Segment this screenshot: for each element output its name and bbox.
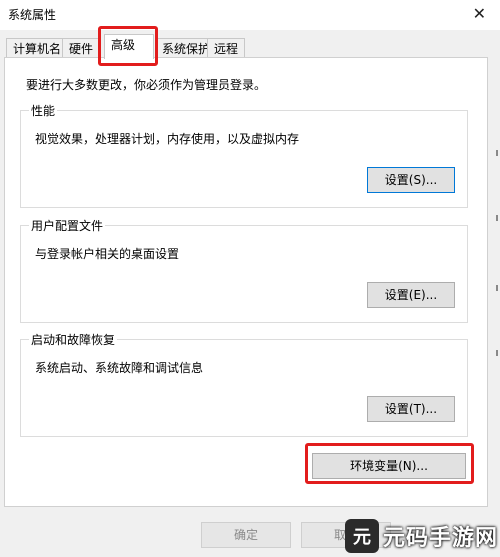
- user-profiles-group: 用户配置文件 与登录帐户相关的桌面设置 设置(E)...: [20, 217, 468, 323]
- close-icon[interactable]: ✕: [473, 4, 486, 23]
- startup-recovery-settings-button[interactable]: 设置(T)...: [367, 396, 455, 422]
- performance-group: 性能 视觉效果，处理器计划，内存使用，以及虚拟内存 设置(S)...: [20, 102, 468, 208]
- user-profiles-group-title: 用户配置文件: [29, 217, 106, 234]
- user-profiles-desc: 与登录帐户相关的桌面设置: [35, 247, 180, 261]
- tab-hardware[interactable]: 硬件: [62, 38, 101, 58]
- performance-group-title: 性能: [29, 102, 58, 119]
- user-profiles-settings-button[interactable]: 设置(E)...: [367, 282, 455, 308]
- tab-highlight-annotation: [98, 26, 158, 66]
- edge-mark: [496, 215, 498, 221]
- startup-recovery-group-title: 启动和故障恢复: [29, 331, 118, 348]
- system-properties-window: 系统属性 ✕ 计算机名 硬件 高级 系统保护 远程 要进行大多数更改，你必须作为…: [0, 0, 500, 557]
- environment-variables-button[interactable]: 环境变量(N)...: [312, 453, 466, 479]
- admin-notice: 要进行大多数更改，你必须作为管理员登录。: [26, 78, 267, 92]
- edge-mark: [496, 285, 498, 291]
- edge-mark: [496, 350, 498, 356]
- performance-desc: 视觉效果，处理器计划，内存使用，以及虚拟内存: [35, 132, 300, 146]
- watermark-logo-icon: 元: [344, 519, 379, 553]
- tab-strip: 计算机名 硬件 高级 系统保护 远程: [0, 34, 500, 59]
- ok-button[interactable]: 确定: [201, 522, 291, 548]
- window-title: 系统属性: [8, 8, 57, 22]
- watermark-text: 元码手游网: [382, 526, 498, 551]
- watermark: 元 元码手游网: [344, 519, 498, 553]
- startup-recovery-desc: 系统启动、系统故障和调试信息: [35, 361, 204, 375]
- tab-computer-name[interactable]: 计算机名: [6, 38, 69, 58]
- startup-recovery-group: 启动和故障恢复 系统启动、系统故障和调试信息 设置(T)...: [20, 331, 468, 437]
- edge-mark: [496, 150, 498, 156]
- edge-marks: [494, 120, 500, 370]
- performance-settings-button[interactable]: 设置(S)...: [367, 167, 455, 193]
- title-bar: 系统属性 ✕: [0, 0, 500, 30]
- tab-remote[interactable]: 远程: [207, 38, 246, 58]
